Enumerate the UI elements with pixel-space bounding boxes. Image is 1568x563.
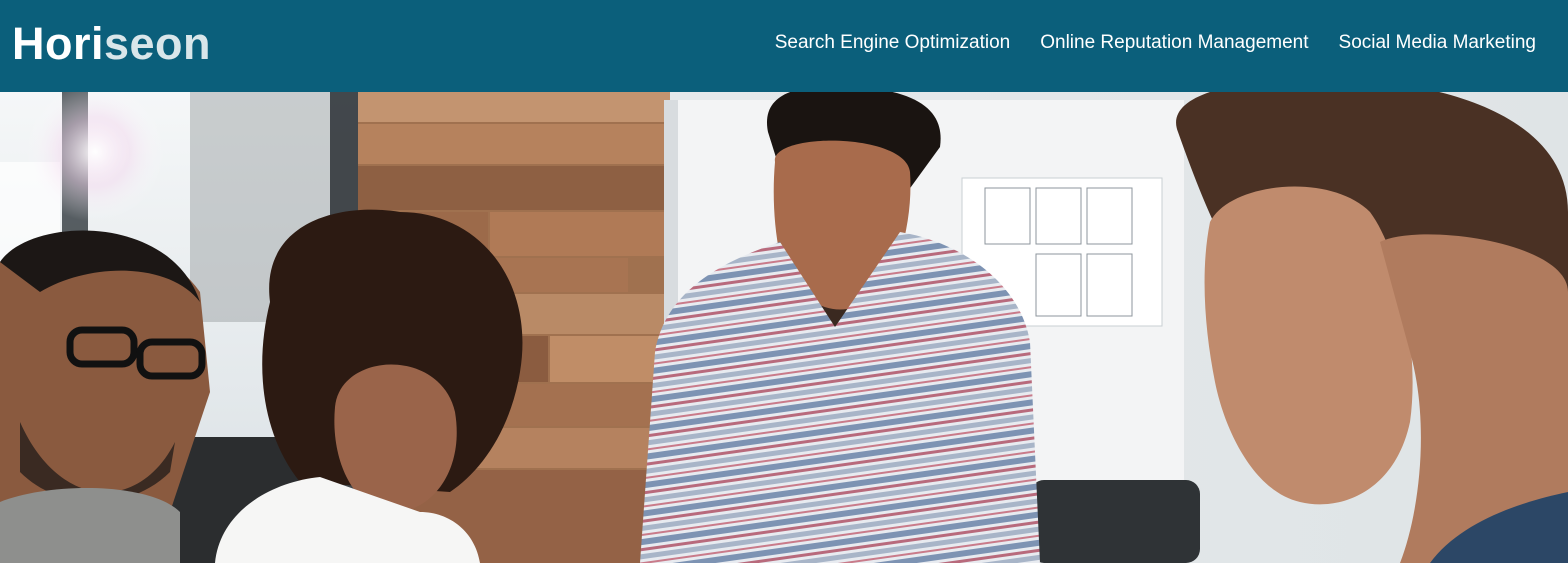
- nav-item: Search Engine Optimization: [775, 30, 1011, 56]
- site-header: Horiseon Search Engine Optimization Onli…: [0, 0, 1568, 92]
- hero-photo-illustration: [0, 92, 1568, 563]
- logo-accent: seon: [104, 18, 212, 69]
- main-nav: Search Engine Optimization Online Reputa…: [775, 30, 1536, 56]
- nav-link-seo[interactable]: Search Engine Optimization: [775, 32, 1011, 53]
- logo-prefix: Hori: [12, 18, 104, 69]
- nav-item: Social Media Marketing: [1339, 30, 1536, 56]
- nav-link-reputation[interactable]: Online Reputation Management: [1040, 32, 1308, 53]
- nav-link-social[interactable]: Social Media Marketing: [1339, 32, 1536, 53]
- site-logo[interactable]: Horiseon: [12, 17, 211, 71]
- hero-image: [0, 92, 1568, 563]
- nav-item: Online Reputation Management: [1040, 30, 1308, 56]
